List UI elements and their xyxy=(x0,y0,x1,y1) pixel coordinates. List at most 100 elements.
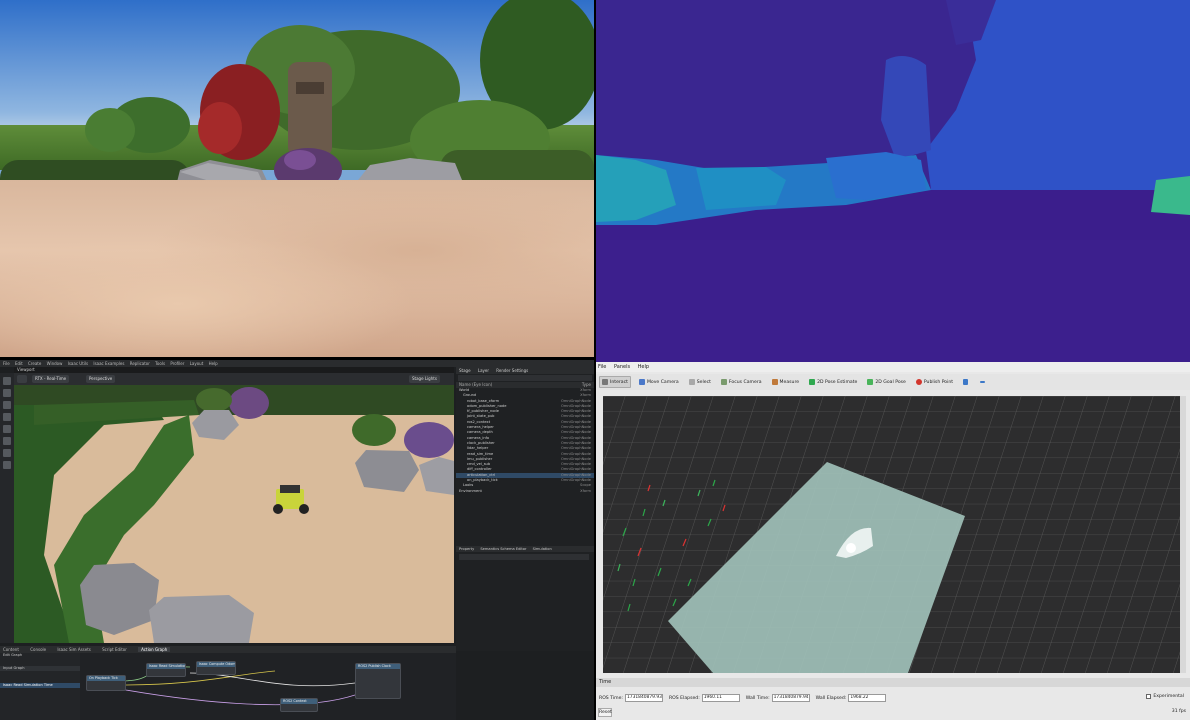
menu-isaac-examples[interactable]: Isaac Examples xyxy=(93,361,124,366)
tab-simulation[interactable]: Simulation xyxy=(533,547,552,551)
graph-node[interactable]: Isaac Compute Odometry xyxy=(196,661,236,675)
move-camera-tool-button[interactable]: Move Camera xyxy=(637,376,681,388)
minus-icon xyxy=(980,381,986,383)
snap-tool-icon[interactable] xyxy=(3,425,11,433)
ros-elapsed-field[interactable]: 1960.11 xyxy=(701,694,740,702)
add-tool-button[interactable] xyxy=(961,376,972,388)
tab-layer[interactable]: Layer xyxy=(478,368,489,373)
tree-row[interactable]: Environment Xform xyxy=(456,489,594,494)
menu-profiler[interactable]: Profiler xyxy=(170,361,184,366)
action-graph-editor[interactable]: Edit Graph Input Graph Isaac Read Simula… xyxy=(0,653,456,720)
menu-tools[interactable]: Tools xyxy=(155,361,165,366)
menu-isaac-utils[interactable]: Isaac Utils xyxy=(68,361,88,366)
goal-pose-tool-button[interactable]: 2D Goal Pose xyxy=(865,376,907,388)
menu-panels[interactable]: Panels xyxy=(614,364,630,370)
focus-camera-tool-button[interactable]: Focus Camera xyxy=(719,376,764,388)
rviz-grid-scene xyxy=(603,396,1180,673)
focus-camera-icon xyxy=(720,379,727,385)
select-tool-button[interactable]: Select xyxy=(687,376,713,388)
pause-icon[interactable] xyxy=(3,449,11,457)
pose-estimate-tool-button[interactable]: 2D Pose Estimate xyxy=(807,376,859,388)
tab-stage[interactable]: Stage xyxy=(459,368,471,373)
rviz-toolbar: Interact Move Camera Select Focus Camera… xyxy=(596,374,1190,390)
tool-label: Focus Camera xyxy=(728,379,762,385)
tab-content[interactable]: Content xyxy=(3,647,19,652)
ros-elapsed-label: ROS Elapsed: xyxy=(668,695,700,701)
experimental-toggle[interactable]: Experimental xyxy=(1146,694,1184,699)
tab-script-editor[interactable]: Script Editor xyxy=(102,647,127,652)
left-toolbar xyxy=(0,373,14,643)
depth-map xyxy=(596,0,1190,362)
rviz-window: File Panels Help Interact Move Camera Se… xyxy=(596,362,1190,720)
play-icon[interactable] xyxy=(3,437,11,445)
menu-window[interactable]: Window xyxy=(47,361,63,366)
sim-viewport[interactable] xyxy=(14,385,454,643)
tree-row-type: Xform xyxy=(580,488,591,493)
stage-tree: World Xform Ground Xform robot_base_xform O… xyxy=(456,388,594,494)
stage-lights-button[interactable]: Stage Lights xyxy=(409,375,440,383)
property-search-input[interactable] xyxy=(459,554,589,560)
wall-elapsed-field[interactable]: 1968.22 xyxy=(848,694,887,702)
cursor-icon xyxy=(602,379,608,385)
menu-help[interactable]: Help xyxy=(638,364,649,370)
tool-label: 2D Goal Pose xyxy=(875,379,906,385)
graph-sidebar-item[interactable]: Input Graph xyxy=(0,666,80,671)
render-mode-button[interactable]: RTX - Real-Time xyxy=(32,375,70,383)
select-tool-icon[interactable] xyxy=(3,377,11,385)
menu-replicator[interactable]: Replicator xyxy=(130,361,150,366)
wall-time-field[interactable]: 1731840879.94 xyxy=(771,694,810,702)
interact-tool-button[interactable]: Interact xyxy=(599,376,631,388)
scale-tool-icon[interactable] xyxy=(3,413,11,421)
stop-icon[interactable] xyxy=(3,461,11,469)
graph-node[interactable]: Isaac Read Simulation Time xyxy=(146,663,186,677)
stage-tabs: Stage Layer Render Settings xyxy=(456,367,594,374)
rviz-3d-view[interactable] xyxy=(603,396,1180,673)
measure-tool-button[interactable]: Measure xyxy=(770,376,802,388)
rgb-camera-view xyxy=(0,0,594,357)
menu-file[interactable]: File xyxy=(598,364,606,370)
tab-console[interactable]: Console xyxy=(30,647,46,652)
goal-arrow-icon xyxy=(867,379,874,385)
graph-node[interactable]: ROS2 Publish Clock xyxy=(355,663,401,699)
move-tool-icon[interactable] xyxy=(3,389,11,397)
tab-action-graph[interactable]: Action Graph xyxy=(138,647,171,652)
tab-isaac-sim-assets[interactable]: Isaac Sim Assets xyxy=(57,647,90,652)
rviz-scrollbar[interactable] xyxy=(1180,396,1186,673)
camera-button[interactable]: Perspective xyxy=(86,375,116,383)
tab-property[interactable]: Property xyxy=(459,547,474,551)
edit-graph-label[interactable]: Edit Graph xyxy=(0,653,80,658)
menu-file[interactable]: File xyxy=(3,361,10,366)
tab-semantics[interactable]: Semantics Schema Editor xyxy=(480,547,526,551)
green-arrow-icon xyxy=(809,379,816,385)
settings-gear-icon[interactable] xyxy=(17,375,27,383)
graph-node[interactable]: ROS2 Context xyxy=(280,698,318,712)
ros-time-field[interactable]: 1731840879.93 xyxy=(624,694,663,702)
depth-camera-view xyxy=(596,0,1190,362)
stage-search-input[interactable] xyxy=(458,375,592,381)
graph-sidebar-item[interactable]: Isaac Read Simulation Time xyxy=(0,683,80,688)
stage-panel: Stage Layer Render Settings Name (Eye Ic… xyxy=(456,367,594,651)
graph-node-title: ROS2 Publish Clock xyxy=(356,664,400,669)
fps-readout: 31 fps xyxy=(1171,709,1186,714)
map-pin-icon xyxy=(915,379,922,385)
wall-time-label: Wall Time: xyxy=(745,695,770,701)
rotate-tool-icon[interactable] xyxy=(3,401,11,409)
menu-create[interactable]: Create xyxy=(28,361,41,366)
tool-label: Move Camera xyxy=(646,379,679,385)
tool-label: Interact xyxy=(610,379,628,385)
publish-point-tool-button[interactable]: Publish Point xyxy=(914,376,955,388)
reset-button[interactable]: Reset xyxy=(598,708,612,717)
experimental-checkbox[interactable] xyxy=(1146,694,1152,699)
tab-render-settings[interactable]: Render Settings xyxy=(496,368,528,373)
time-panel: ROS Time: 1731840879.93 ROS Elapsed: 196… xyxy=(596,692,1190,704)
time-panel-header: Time xyxy=(596,678,1190,687)
menu-layout[interactable]: Layout xyxy=(190,361,204,366)
move-camera-icon xyxy=(638,379,645,385)
viewport-scene xyxy=(14,385,454,643)
isaac-sim-window: File Edit Create Window Isaac Utils Isaa… xyxy=(0,360,594,720)
menu-help[interactable]: Help xyxy=(209,361,218,366)
graph-node[interactable]: On Playback Tick xyxy=(86,675,126,691)
graph-node-library: Edit Graph Input Graph Isaac Read Simula… xyxy=(0,653,80,720)
menu-edit[interactable]: Edit xyxy=(15,361,23,366)
remove-tool-button[interactable] xyxy=(978,376,989,388)
